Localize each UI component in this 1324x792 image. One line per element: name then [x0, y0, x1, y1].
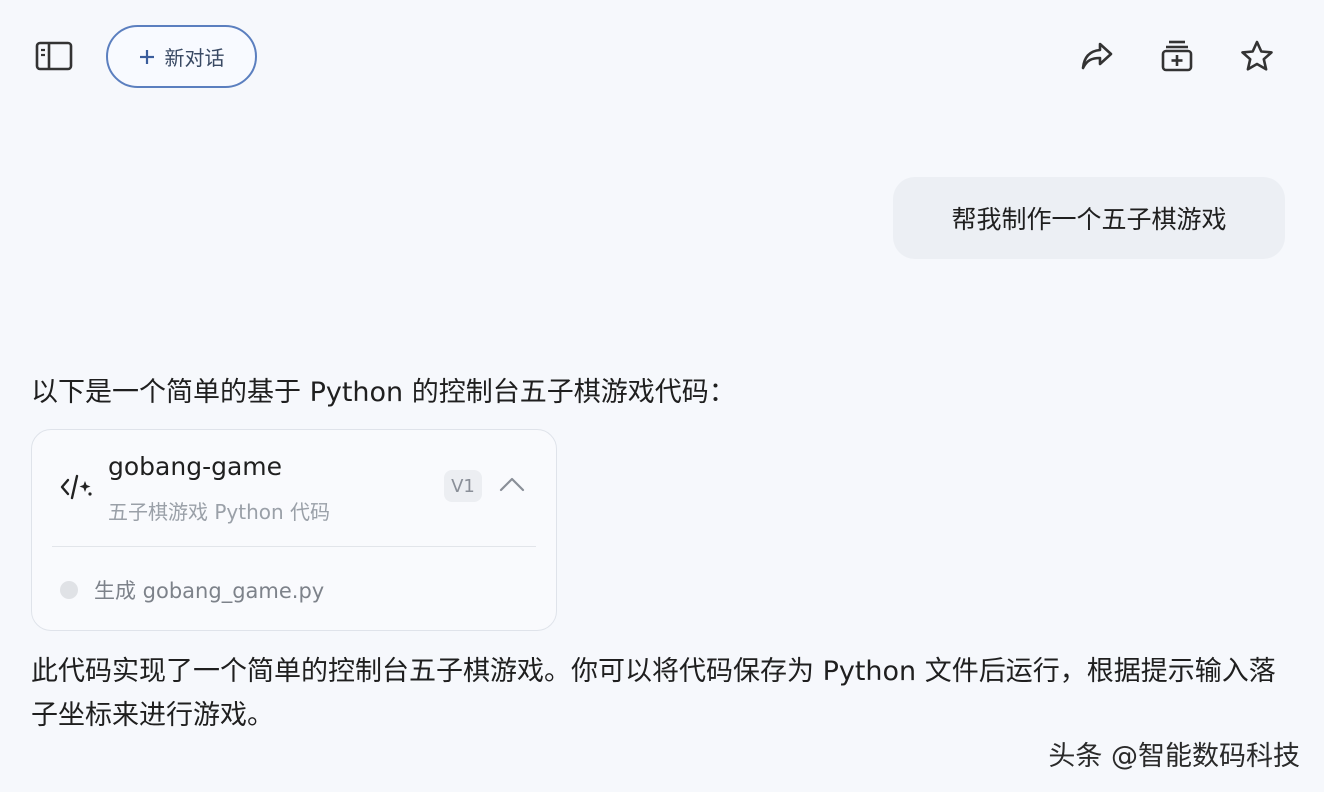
share-icon	[1081, 42, 1113, 70]
artifact-title: gobang-game	[108, 452, 283, 481]
new-chat-button[interactable]: 新对话	[106, 25, 257, 88]
sidebar-icon	[35, 41, 73, 71]
user-message-text: 帮我制作一个五子棋游戏	[951, 205, 1227, 234]
new-chat-label: 新对话	[164, 46, 225, 70]
file-generation-status: 生成 gobang_game.py	[94, 579, 325, 603]
artifact-subtitle: 五子棋游戏 Python 代码	[108, 500, 331, 524]
code-artifact-card[interactable]: gobang-game 五子棋游戏 Python 代码 V1 生成 gobang…	[31, 429, 557, 631]
code-icon	[60, 474, 92, 500]
card-divider	[52, 546, 536, 547]
add-to-collection-button[interactable]	[1157, 36, 1197, 76]
user-message-bubble: 帮我制作一个五子棋游戏	[893, 177, 1285, 259]
sidebar-toggle-button[interactable]	[30, 36, 78, 76]
version-badge: V1	[444, 470, 482, 502]
assistant-closing-text: 此代码实现了一个简单的控制台五子棋游戏。你可以将代码保存为 Python 文件后…	[31, 656, 1276, 731]
status-dot	[60, 581, 78, 599]
chevron-up-icon[interactable]	[498, 474, 526, 496]
watermark-text: 头条 @智能数码科技	[1048, 741, 1300, 772]
plus-icon	[139, 49, 154, 64]
assistant-intro-text: 以下是一个简单的基于 Python 的控制台五子棋游戏代码：	[31, 377, 736, 408]
star-icon	[1241, 40, 1273, 71]
chat-page: 新对话 帮我制作一个五子棋游戏 以下是一个简单的基于 Python 的控制台五子…	[0, 0, 1324, 792]
star-button[interactable]	[1237, 36, 1277, 76]
share-button[interactable]	[1077, 36, 1117, 76]
add-to-collection-icon	[1161, 40, 1193, 72]
